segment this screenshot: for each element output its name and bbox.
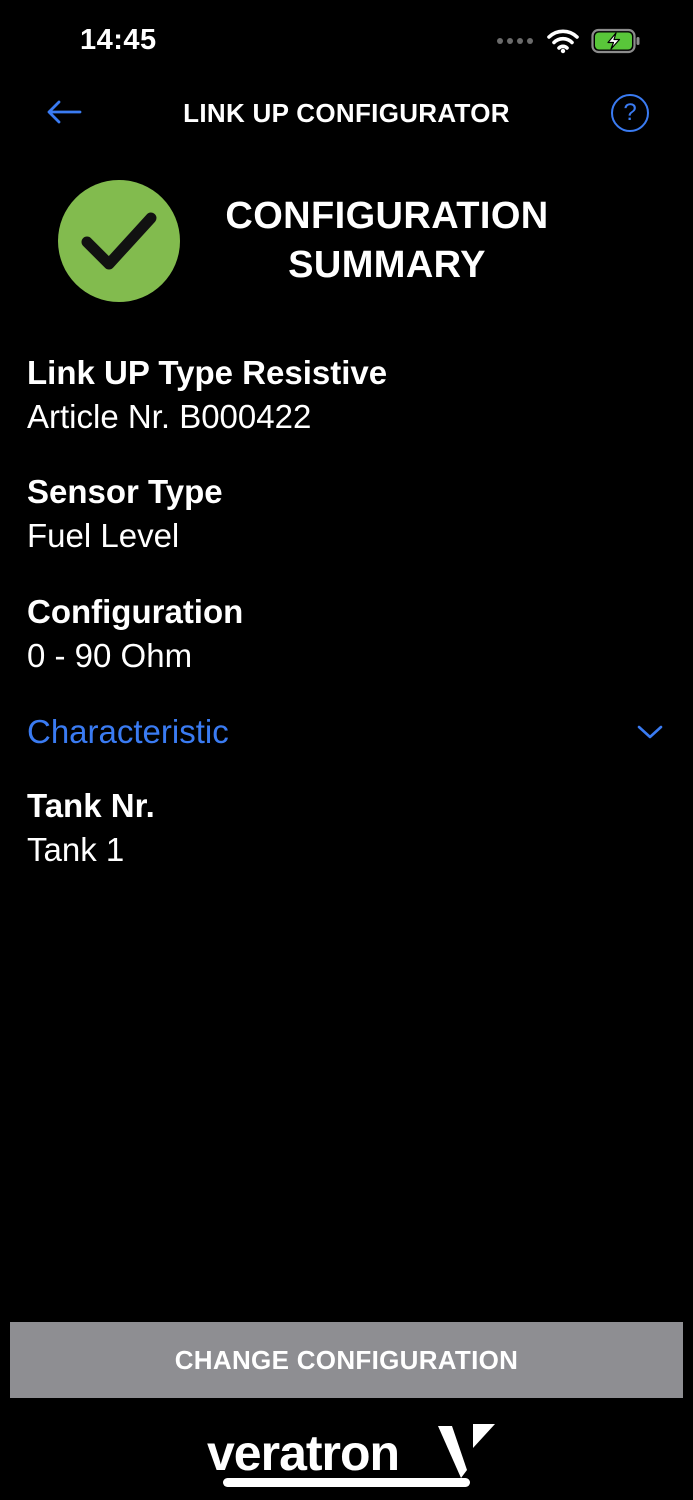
change-configuration-button[interactable]: CHANGE CONFIGURATION [10, 1322, 683, 1398]
configuration-section: Configuration 0 - 90 Ohm [27, 590, 667, 678]
sensor-type-value: Fuel Level [27, 517, 180, 554]
characteristic-dropdown[interactable]: Characteristic [27, 709, 667, 755]
tank-value: Tank 1 [27, 831, 125, 868]
wifi-icon [547, 29, 579, 54]
tank-section: Tank Nr. Tank 1 [27, 784, 667, 872]
status-icons [497, 28, 641, 54]
success-check-icon [58, 180, 180, 302]
summary-title-line1: CONFIGURATION [225, 195, 549, 237]
article-number-value: Article Nr. B000422 [27, 398, 312, 435]
sensor-type-section: Sensor Type Fuel Level [27, 470, 667, 558]
veratron-logo: veratron [207, 1424, 495, 1480]
question-mark-icon: ? [623, 99, 637, 126]
status-bar: 14:45 [0, 0, 693, 84]
characteristic-label: Characteristic [27, 713, 229, 750]
logo-wordmark: veratron [207, 1425, 399, 1480]
configuration-label: Configuration [27, 593, 244, 630]
cellular-signal-icon [497, 38, 533, 44]
sensor-type-label: Sensor Type [27, 473, 223, 510]
device-type-section: Link UP Type Resistive Article Nr. B0004… [27, 351, 667, 439]
device-type-label: Link UP Type Resistive [27, 354, 388, 391]
help-button[interactable]: ? [611, 94, 649, 132]
battery-charging-icon [591, 28, 640, 54]
navigation-bar: LINK UP CONFIGURATOR ? [0, 84, 693, 140]
summary-title-line2: SUMMARY [288, 244, 486, 286]
checkmark-icon [81, 212, 157, 270]
page-title: LINK UP CONFIGURATOR [183, 98, 510, 128]
home-indicator [223, 1478, 470, 1487]
tank-label: Tank Nr. [27, 787, 155, 824]
summary-title: CONFIGURATION SUMMARY [200, 192, 574, 290]
chevron-down-icon [637, 725, 663, 739]
configuration-value: 0 - 90 Ohm [27, 637, 193, 674]
status-time: 14:45 [80, 24, 157, 56]
